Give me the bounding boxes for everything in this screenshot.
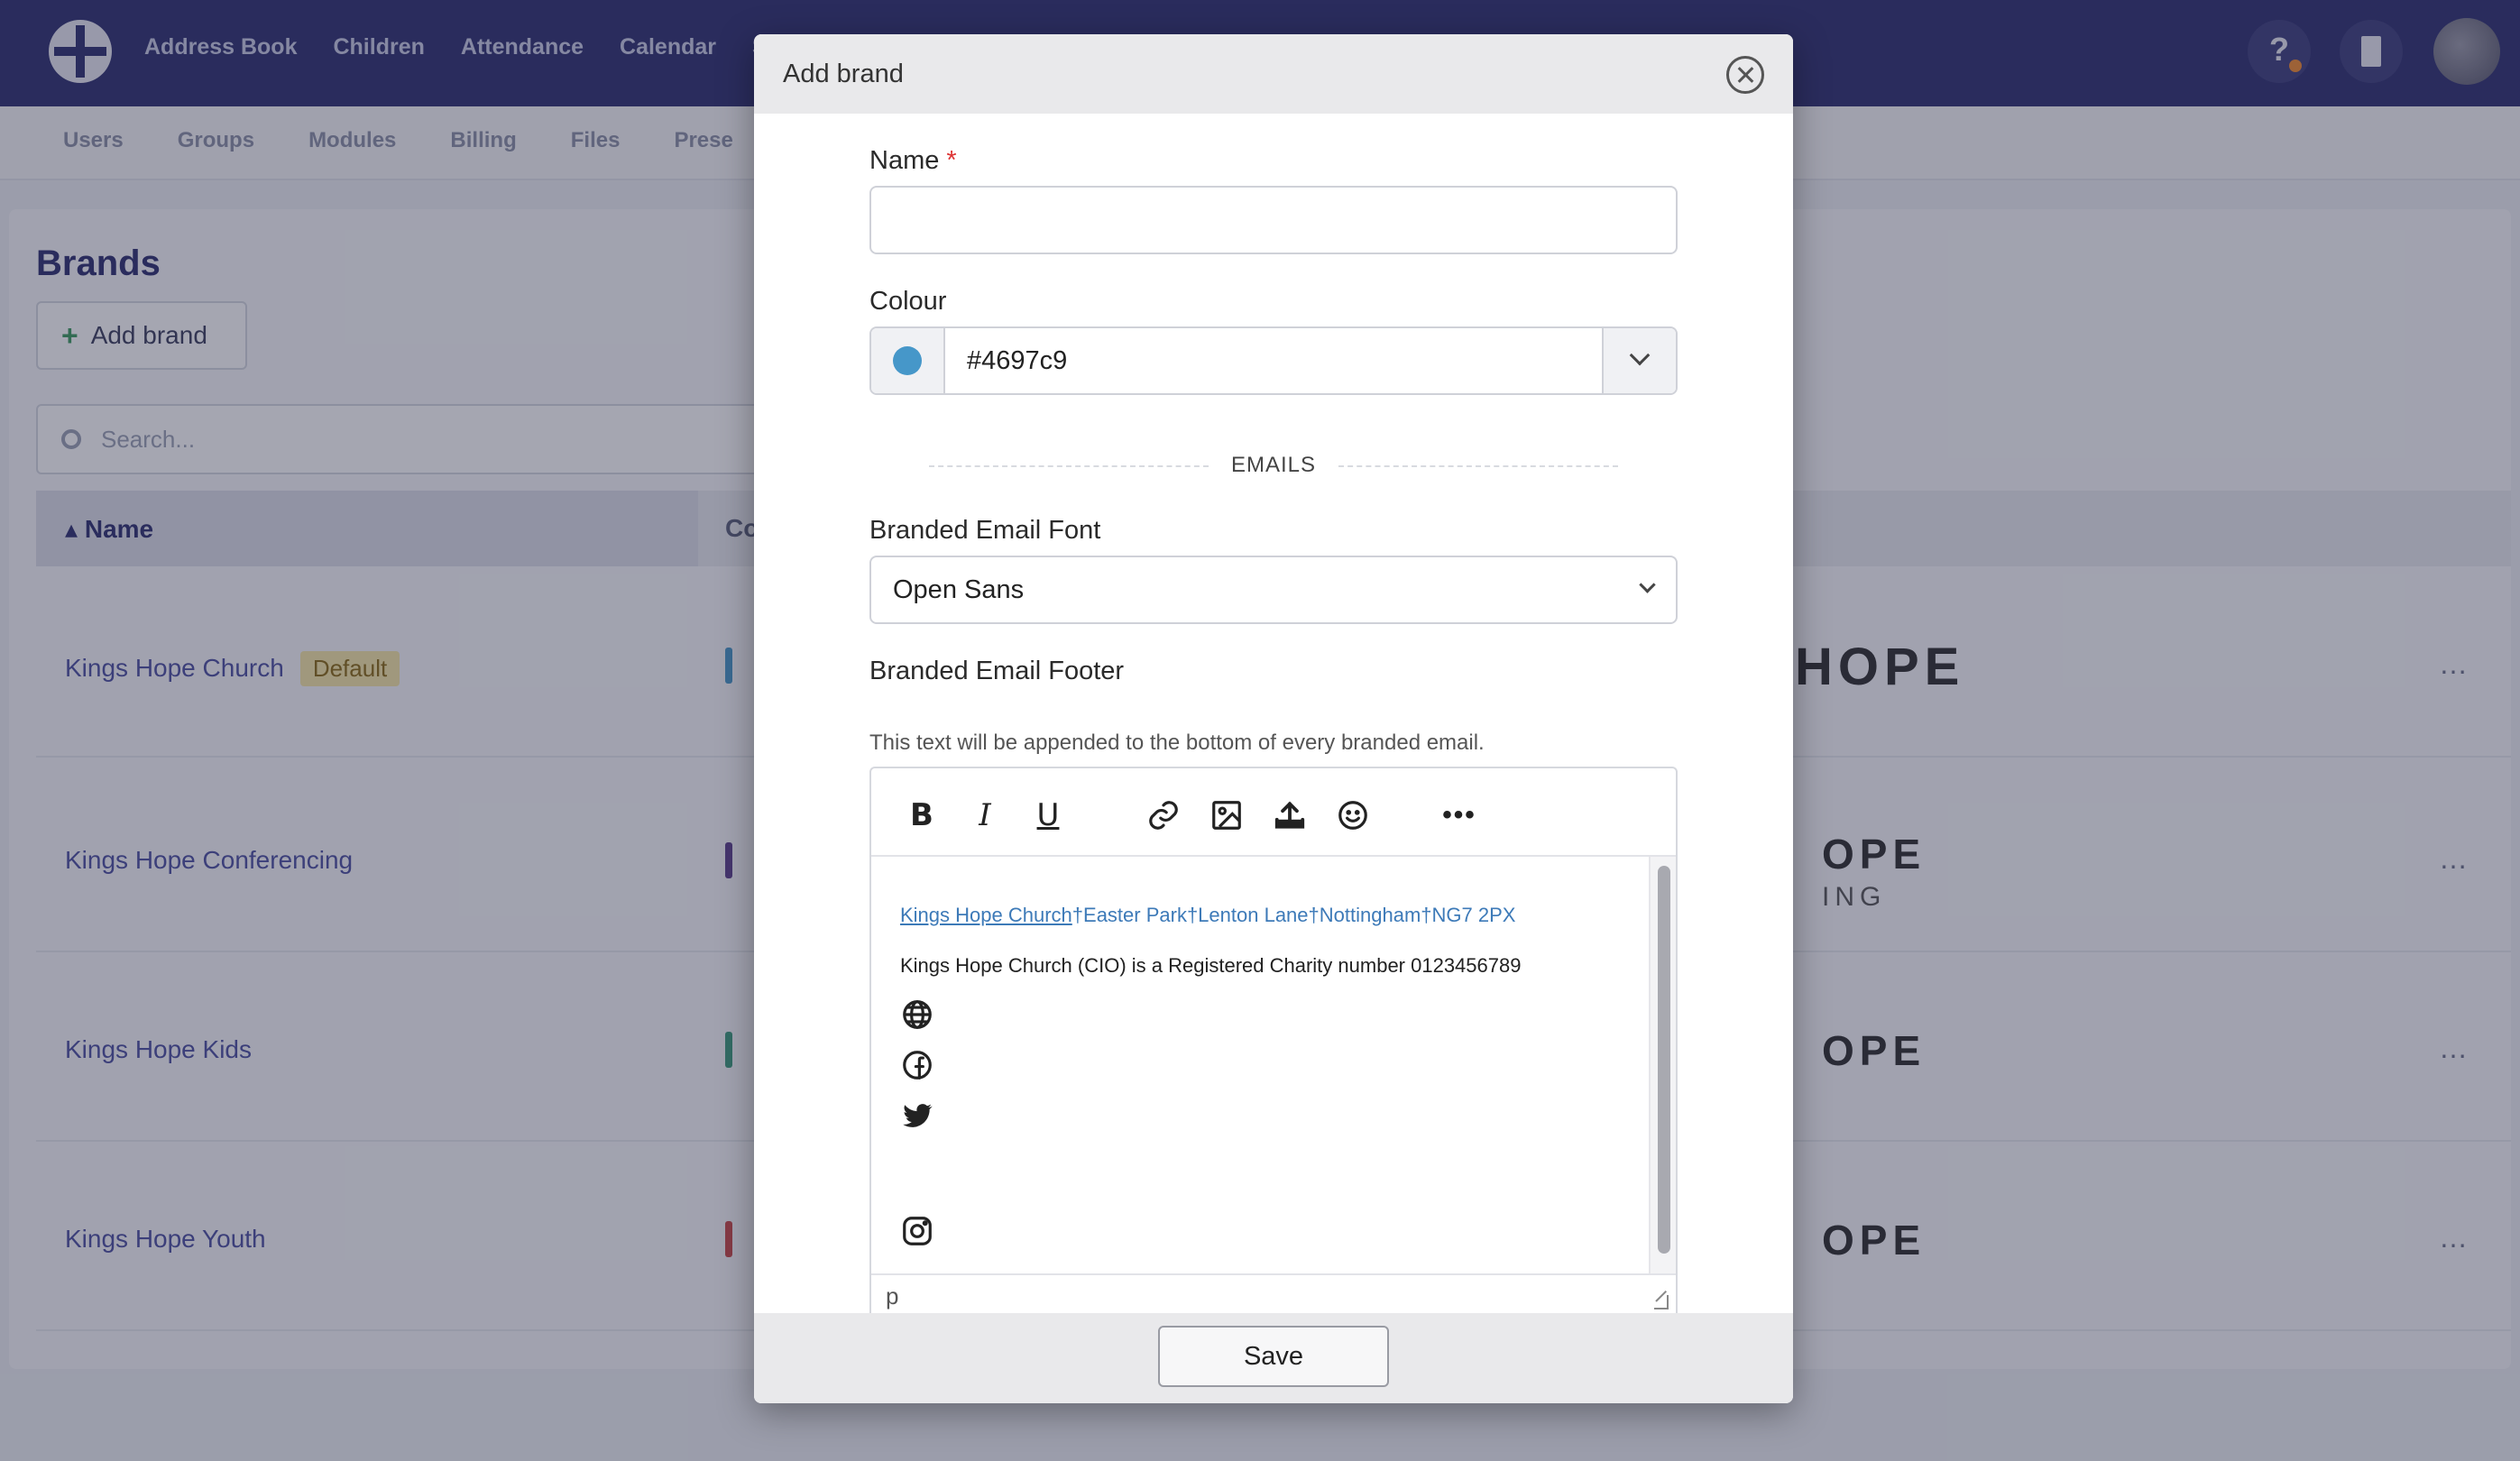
italic-icon[interactable]: I — [965, 795, 1005, 835]
footer-address-line: Kings Hope Church†Easter Park†Lenton Lan… — [900, 904, 1516, 926]
section-divider: EMAILS — [929, 453, 1618, 480]
chevron-down-icon — [1629, 345, 1651, 366]
selected-font: Open Sans — [893, 575, 1025, 604]
editor-statusbar: p — [871, 1273, 1676, 1317]
dialog-header: Add brand — [754, 34, 1793, 114]
dialog-footer: Save — [754, 1313, 1793, 1403]
twitter-icon[interactable] — [900, 1098, 934, 1133]
globe-icon[interactable] — [900, 997, 934, 1032]
resize-handle-icon[interactable] — [1654, 1295, 1669, 1309]
image-icon[interactable] — [1207, 795, 1246, 835]
colour-hex-input[interactable]: #4697c9 — [967, 346, 1067, 376]
link-icon[interactable] — [1144, 795, 1183, 835]
scrollbar-thumb[interactable] — [1658, 866, 1670, 1254]
name-label: Name * — [869, 146, 957, 175]
editor-content-area[interactable]: Kings Hope Church†Easter Park†Lenton Lan… — [871, 857, 1649, 1273]
colour-swatch — [893, 346, 922, 375]
dialog-title: Add brand — [783, 60, 904, 88]
editor-scrollbar[interactable] — [1649, 857, 1676, 1273]
save-button[interactable]: Save — [1158, 1326, 1389, 1387]
colour-swatch-button[interactable] — [871, 328, 945, 393]
email-font-select[interactable]: Open Sans — [869, 556, 1678, 624]
underline-icon[interactable]: U — [1028, 795, 1068, 835]
add-brand-dialog: Add brand Name * Colour #4697c9 EMAILS B… — [754, 34, 1793, 1403]
bold-icon[interactable]: B — [902, 795, 942, 835]
name-input[interactable] — [869, 186, 1678, 254]
colour-dropdown-button[interactable] — [1602, 328, 1676, 393]
editor-toolbar: B I U ••• — [871, 768, 1676, 857]
more-options-icon[interactable]: ••• — [1439, 795, 1479, 835]
instagram-icon[interactable] — [900, 1214, 934, 1248]
element-path[interactable]: p — [886, 1282, 898, 1310]
charity-statement: Kings Hope Church (CIO) is a Registered … — [900, 954, 1522, 977]
footer-rich-text-editor: B I U ••• Kings Hope Church†Easter Park†… — [869, 767, 1678, 1319]
colour-picker[interactable]: #4697c9 — [869, 326, 1678, 395]
church-link[interactable]: Kings Hope Church — [900, 904, 1072, 926]
facebook-icon[interactable] — [900, 1048, 934, 1082]
required-marker: * — [946, 146, 957, 175]
upload-icon[interactable] — [1270, 795, 1310, 835]
close-icon[interactable] — [1726, 56, 1764, 94]
emoji-icon[interactable] — [1333, 795, 1373, 835]
footer-help-text: This text will be appended to the bottom… — [869, 730, 1485, 755]
footer-label: Branded Email Footer — [869, 657, 1125, 685]
colour-label: Colour — [869, 287, 947, 316]
font-label: Branded Email Font — [869, 516, 1101, 545]
chevron-down-icon — [1639, 576, 1656, 593]
